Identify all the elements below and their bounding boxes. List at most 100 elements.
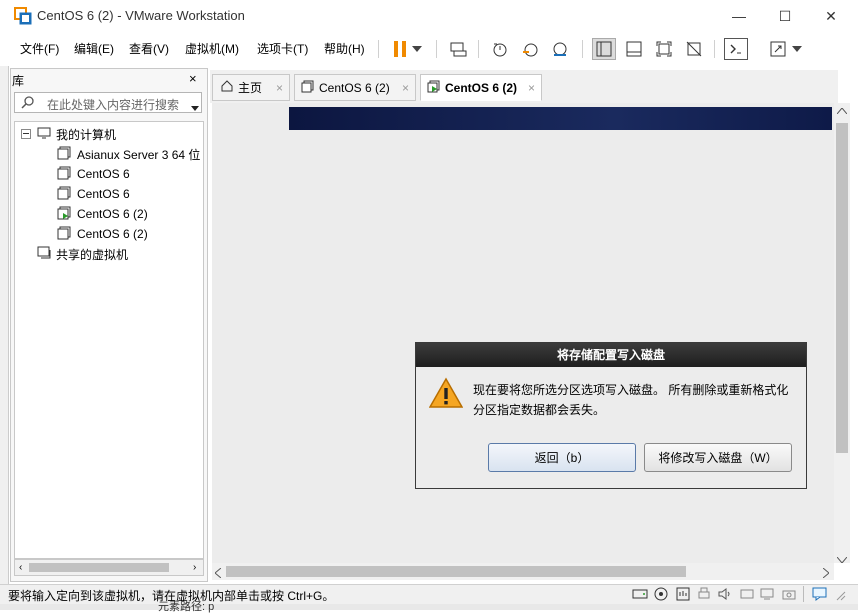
bottom-strip xyxy=(0,604,858,610)
dialog-title: 将存储配置写入磁盘 xyxy=(416,343,806,367)
vm-icon xyxy=(57,146,71,163)
library-horizontal-scrollbar[interactable]: ‹ › xyxy=(14,559,204,576)
window-title: CentOS 6 (2) - VMware Workstation xyxy=(37,8,245,23)
library-close-button[interactable]: × xyxy=(189,71,197,86)
tree-item-vm-running[interactable]: CentOS 6 (2) xyxy=(57,205,148,223)
vm-icon xyxy=(57,226,71,243)
tree-label: CentOS 6 xyxy=(77,167,130,181)
pause-icon[interactable] xyxy=(388,38,412,60)
tab-vm[interactable]: CentOS 6 (2) × xyxy=(294,74,416,101)
toolbar-separator xyxy=(436,40,437,58)
warning-icon xyxy=(428,377,464,412)
toolbar-separator xyxy=(478,40,479,58)
snapshot-icon[interactable] xyxy=(488,38,512,60)
tab-vm-active[interactable]: CentOS 6 (2) × xyxy=(420,74,542,101)
library-title: 库 xyxy=(12,74,25,88)
display-icon[interactable] xyxy=(760,587,774,601)
tree-item-vm[interactable]: CentOS 6 xyxy=(57,185,130,203)
write-to-disk-button[interactable]: 将修改写入磁盘（W） xyxy=(644,443,792,472)
chevron-down-icon[interactable] xyxy=(790,38,804,60)
tab-label: CentOS 6 (2) xyxy=(445,80,518,95)
search-placeholder: 在此处键入内容进行搜索 xyxy=(47,98,180,112)
installer-banner xyxy=(289,107,832,130)
console-view-icon[interactable] xyxy=(622,38,646,60)
vm-icon xyxy=(57,166,71,183)
tree-label: CentOS 6 xyxy=(77,187,130,201)
element-path-text: 元素路径: p xyxy=(158,601,215,613)
scrollbar-thumb[interactable] xyxy=(836,123,848,453)
back-button[interactable]: 返回（b） xyxy=(488,443,636,472)
library-search-field[interactable]: 在此处键入内容进行搜索 xyxy=(14,92,202,113)
scroll-right-icon[interactable] xyxy=(822,567,830,581)
close-icon[interactable]: × xyxy=(528,81,535,95)
scroll-down-icon[interactable] xyxy=(836,552,848,566)
tree-label: 共享的虚拟机 xyxy=(56,247,129,262)
scroll-right-icon[interactable]: › xyxy=(193,562,196,573)
library-view-icon[interactable] xyxy=(592,38,616,60)
scroll-left-icon[interactable] xyxy=(214,567,222,581)
menu-vm[interactable]: 虚拟机(M) xyxy=(185,40,239,57)
scrollbar-thumb[interactable] xyxy=(29,563,169,572)
menu-help[interactable]: 帮助(H) xyxy=(324,40,365,57)
menu-view[interactable]: 查看(V) xyxy=(129,40,169,57)
home-icon xyxy=(221,80,233,95)
tab-label: 主页 xyxy=(238,81,263,95)
message-icon[interactable] xyxy=(812,587,827,601)
sound-icon[interactable] xyxy=(718,587,732,601)
menu-file[interactable]: 文件(F) xyxy=(20,40,59,57)
vm-icon xyxy=(57,186,71,203)
dialog-message: 现在要将您所选分区选项写入磁盘。 所有删除或重新格式化分区指定数据都会丢失。 xyxy=(473,383,789,417)
toolbar-separator xyxy=(582,40,583,58)
search-icon xyxy=(21,96,34,112)
chevron-down-icon[interactable] xyxy=(410,38,424,60)
terminal-icon[interactable] xyxy=(724,38,748,60)
tree-item-vm[interactable]: CentOS 6 xyxy=(57,165,130,183)
toolbar-separator xyxy=(714,40,715,58)
tree-label: CentOS 6 (2) xyxy=(77,207,148,221)
shared-vm-icon xyxy=(37,246,51,263)
toolbar-separator xyxy=(378,40,379,58)
network-icon[interactable] xyxy=(676,587,690,601)
tree-label: Asianux Server 3 64 位 xyxy=(77,147,201,162)
tree-node-shared[interactable]: 共享的虚拟机 xyxy=(37,245,128,263)
resize-grip-icon[interactable] xyxy=(836,590,846,604)
tree-label: CentOS 6 (2) xyxy=(77,227,148,241)
tab-label: CentOS 6 (2) xyxy=(319,80,390,95)
tab-home[interactable]: 主页 × xyxy=(212,74,290,101)
cd-dvd-icon[interactable] xyxy=(654,587,668,601)
vmware-logo-icon xyxy=(14,7,32,25)
vm-console[interactable] xyxy=(212,103,834,563)
chevron-down-icon[interactable] xyxy=(191,100,199,114)
hard-disk-icon[interactable] xyxy=(632,587,648,601)
printer-icon[interactable] xyxy=(697,587,711,601)
fullscreen-icon[interactable] xyxy=(652,38,676,60)
maximize-button[interactable]: ☐ xyxy=(762,0,808,32)
vm-icon xyxy=(301,80,314,96)
menu-edit[interactable]: 编辑(E) xyxy=(74,40,114,57)
library-tree: 我的计算机 Asianux Server 3 64 位 CentOS 6 Cen… xyxy=(14,121,204,559)
tree-item-vm[interactable]: Asianux Server 3 64 位 xyxy=(57,145,200,163)
tree-label: 我的计算机 xyxy=(56,127,117,142)
status-separator xyxy=(803,586,804,602)
usb-icon[interactable] xyxy=(740,587,754,601)
stretch-icon[interactable] xyxy=(766,38,790,60)
close-icon[interactable]: × xyxy=(276,81,283,95)
collapse-icon[interactable] xyxy=(21,129,31,139)
scrollbar-thumb[interactable] xyxy=(226,566,686,577)
menu-tabs[interactable]: 选项卡(T) xyxy=(257,40,308,57)
vm-running-icon xyxy=(57,206,71,223)
close-icon[interactable]: × xyxy=(402,81,409,95)
tree-item-vm[interactable]: CentOS 6 (2) xyxy=(57,225,148,243)
camera-icon[interactable] xyxy=(782,587,796,601)
tree-node-my-computer[interactable]: 我的计算机 xyxy=(21,125,116,143)
minimize-button[interactable]: — xyxy=(716,0,762,32)
revert-snapshot-icon[interactable] xyxy=(518,38,542,60)
unity-mode-icon[interactable] xyxy=(682,38,706,60)
snapshot-manager-icon[interactable] xyxy=(548,38,572,60)
close-button[interactable]: ✕ xyxy=(808,0,854,32)
send-keys-icon[interactable] xyxy=(446,38,470,60)
computer-icon xyxy=(37,127,51,142)
scroll-up-icon[interactable] xyxy=(836,106,848,116)
vm-running-icon xyxy=(427,80,440,96)
scroll-left-icon[interactable]: ‹ xyxy=(19,562,22,573)
